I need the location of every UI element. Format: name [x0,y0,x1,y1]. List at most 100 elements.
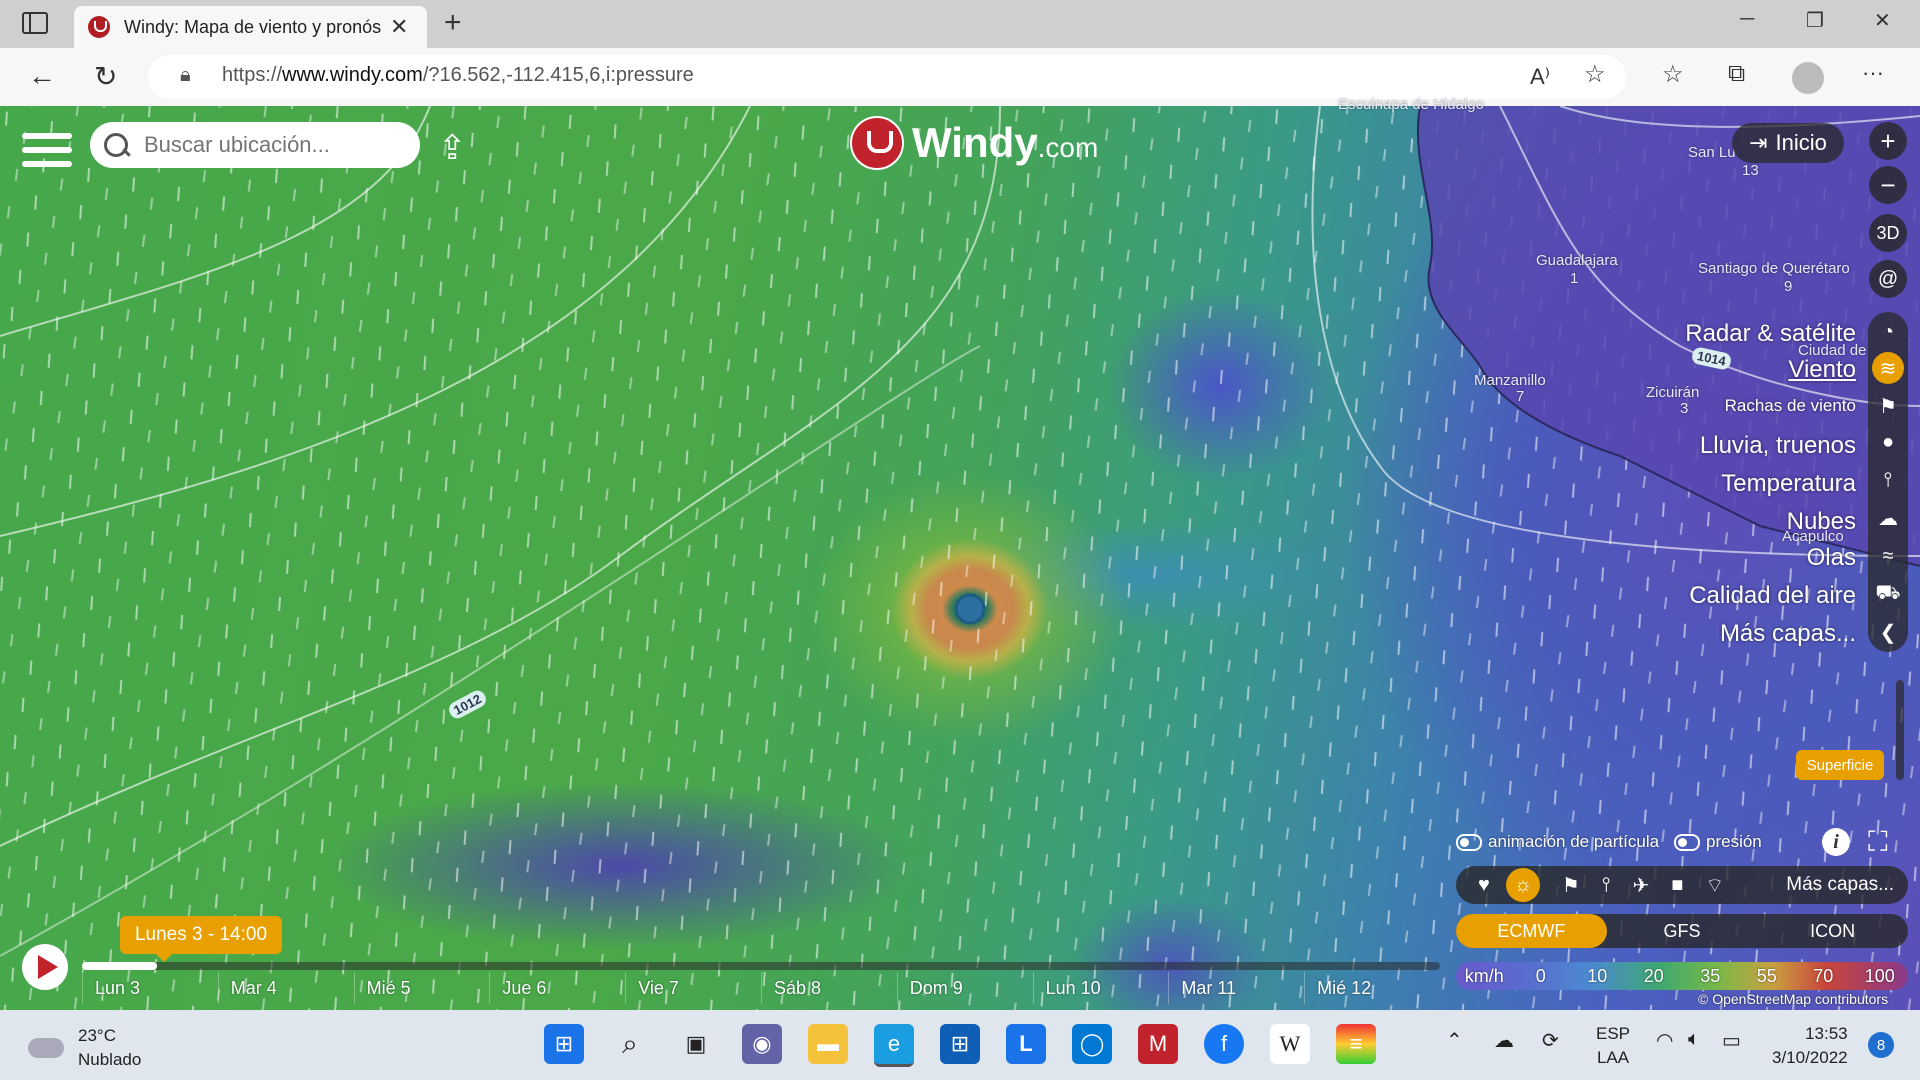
wikipedia-icon[interactable]: W [1270,1024,1310,1064]
city-label[interactable]: Santiago de Querétaro [1698,260,1850,277]
airport-icon[interactable]: ✈ [1633,873,1650,898]
new-tab-icon[interactable]: + [444,6,462,40]
onedrive-icon[interactable]: ☁ [1494,1028,1514,1053]
home-button[interactable]: ⇥ Inicio [1732,123,1844,163]
cloud-icon[interactable]: ☁ [1872,502,1904,534]
wind-legend[interactable]: km/h 0 10 20 35 55 70 100 [1456,962,1908,990]
day-label[interactable]: Mié 5 [353,972,490,1004]
collections-icon[interactable]: ⧉ [1728,60,1745,88]
gust-flag-icon[interactable]: ⚑ [1872,390,1904,422]
mcafee-icon[interactable]: M [1138,1024,1178,1064]
layer-gusts[interactable]: Rachas de viento [1725,396,1856,416]
add-favorite-icon[interactable]: ☆ [1584,60,1606,89]
start-icon[interactable]: ⊞ [544,1024,584,1064]
zoom-in-button[interactable]: + [1869,122,1907,160]
layer-clouds[interactable]: Nubes [1787,508,1856,536]
url-text[interactable]: https://www.windy.com/?16.562,-112.415,6… [222,64,694,87]
layer-wind[interactable]: Viento [1788,356,1856,384]
facebook-icon[interactable]: f [1204,1024,1244,1064]
favorites-icon[interactable]: ☆ [1662,60,1684,89]
chevron-up-icon[interactable]: ⌃ [1446,1028,1463,1053]
info-icon[interactable]: i [1822,828,1850,856]
read-aloud-icon[interactable]: A⁾ [1530,64,1550,90]
3d-button[interactable]: 3D [1869,214,1907,252]
city-label[interactable]: Escuinapa de Hidalgo [1338,96,1484,113]
app-l-icon[interactable]: L [1006,1024,1046,1064]
altitude-slider[interactable] [1896,680,1904,780]
close-tab-icon[interactable]: ✕ [390,14,408,40]
altitude-label[interactable]: Superficie [1796,750,1884,780]
layer-rain[interactable]: Lluvia, truenos [1700,432,1856,460]
sync-icon[interactable]: ⟳ [1542,1028,1559,1053]
weather-icon[interactable]: ☼ [1505,868,1540,902]
clock[interactable]: 13:53 3/10/2022 [1772,1022,1848,1070]
hurricane-icon[interactable]: @ [1869,260,1907,298]
station-icon[interactable]: ⌔ [1705,873,1724,898]
city-label[interactable]: San Lu [1688,144,1736,161]
rain-drop-icon[interactable]: ● [1872,426,1904,458]
day-label[interactable]: Mar 11 [1168,972,1304,1004]
layer-temperature[interactable]: Temperatura [1721,470,1856,498]
more-layers-button[interactable]: Más capas... [1786,874,1894,896]
thermometer-icon[interactable]: ⫯ [1872,464,1904,496]
profile-avatar[interactable] [1792,62,1824,94]
active-tab[interactable]: Windy: Mapa de viento y pronós ✕ [74,6,427,48]
thermometer-icon[interactable]: ⫯ [1602,874,1611,897]
edge-icon[interactable]: e [874,1024,914,1067]
battery-icon[interactable]: ▭ [1722,1028,1741,1053]
search-icon[interactable]: ⌕ [610,1024,650,1064]
bluestacks-icon[interactable]: ≡ [1336,1024,1376,1064]
heart-icon[interactable]: ♥ [1478,874,1490,897]
wifi-icon[interactable]: ◠ [1656,1028,1673,1053]
timeline-track[interactable] [82,962,1440,970]
attribution[interactable]: © OpenStreetMap contributors [1698,991,1888,1007]
flag-icon[interactable]: ⚑ [1562,873,1580,898]
city-label[interactable]: Manzanillo [1474,372,1546,389]
car-icon[interactable]: ⛟ [1872,578,1904,610]
day-label[interactable]: Mié 12 [1304,972,1440,1004]
weather-widget[interactable]: 23°C Nublado [28,1024,141,1072]
radar-icon[interactable]: ◔ [1872,316,1904,348]
minimize-icon[interactable]: ─ [1740,8,1754,31]
city-label[interactable]: Guadalajara [1536,252,1618,269]
volume-icon[interactable]: 🔈︎ [1688,1028,1700,1051]
city-label[interactable]: Zicuirán [1646,384,1699,401]
back-icon[interactable]: ← [28,60,56,92]
more-menu-icon[interactable]: ··· [1862,60,1884,86]
pressure-toggle[interactable]: presión [1674,832,1762,852]
layer-more[interactable]: Más capas... [1720,620,1856,648]
waves-icon[interactable]: ≈ [1872,540,1904,572]
model-icon[interactable]: ICON [1757,914,1908,948]
layer-air-quality[interactable]: Calidad del aire [1689,582,1856,610]
play-button[interactable] [22,944,68,990]
app-o-icon[interactable]: ◯ [1072,1024,1112,1064]
search-input[interactable] [142,131,406,159]
day-label[interactable]: Dom 9 [896,972,1033,1004]
wind-icon[interactable]: ≋ [1872,352,1904,384]
day-label[interactable]: Lun 3 [82,972,218,1004]
windy-logo[interactable]: Windy .com [852,118,1098,168]
day-label[interactable]: Sáb 8 [760,972,897,1004]
close-window-icon[interactable]: ✕ [1874,8,1891,33]
share-icon[interactable]: ⇪ [438,128,467,168]
task-view-icon[interactable]: ▣ [676,1024,716,1064]
fullscreen-icon[interactable]: ⛶ [1868,826,1888,859]
language-indicator[interactable]: ESP LAA [1596,1022,1630,1070]
day-label[interactable]: Vie 7 [625,972,761,1004]
file-explorer-icon[interactable]: ▬ [808,1024,848,1064]
location-search[interactable] [90,122,420,168]
lock-icon[interactable]: 🔒︎ [180,64,191,87]
chevron-left-icon[interactable]: ❮ [1872,616,1904,648]
day-label[interactable]: Lun 10 [1032,972,1169,1004]
store-icon[interactable]: ⊞ [940,1024,980,1064]
layer-waves[interactable]: Olas [1807,544,1856,572]
day-label[interactable]: Jue 6 [489,972,625,1004]
webcam-icon[interactable]: ■ [1671,874,1683,897]
notification-badge[interactable]: 8 [1868,1032,1894,1058]
model-ecmwf[interactable]: ECMWF [1456,914,1607,948]
restore-icon[interactable]: ❐ [1806,8,1824,33]
teams-chat-icon[interactable]: ◉ [742,1024,782,1064]
tab-actions-icon[interactable] [22,12,48,34]
layer-radar[interactable]: Radar & satélite [1685,320,1856,348]
current-time-label[interactable]: Lunes 3 - 14:00 [120,916,282,962]
